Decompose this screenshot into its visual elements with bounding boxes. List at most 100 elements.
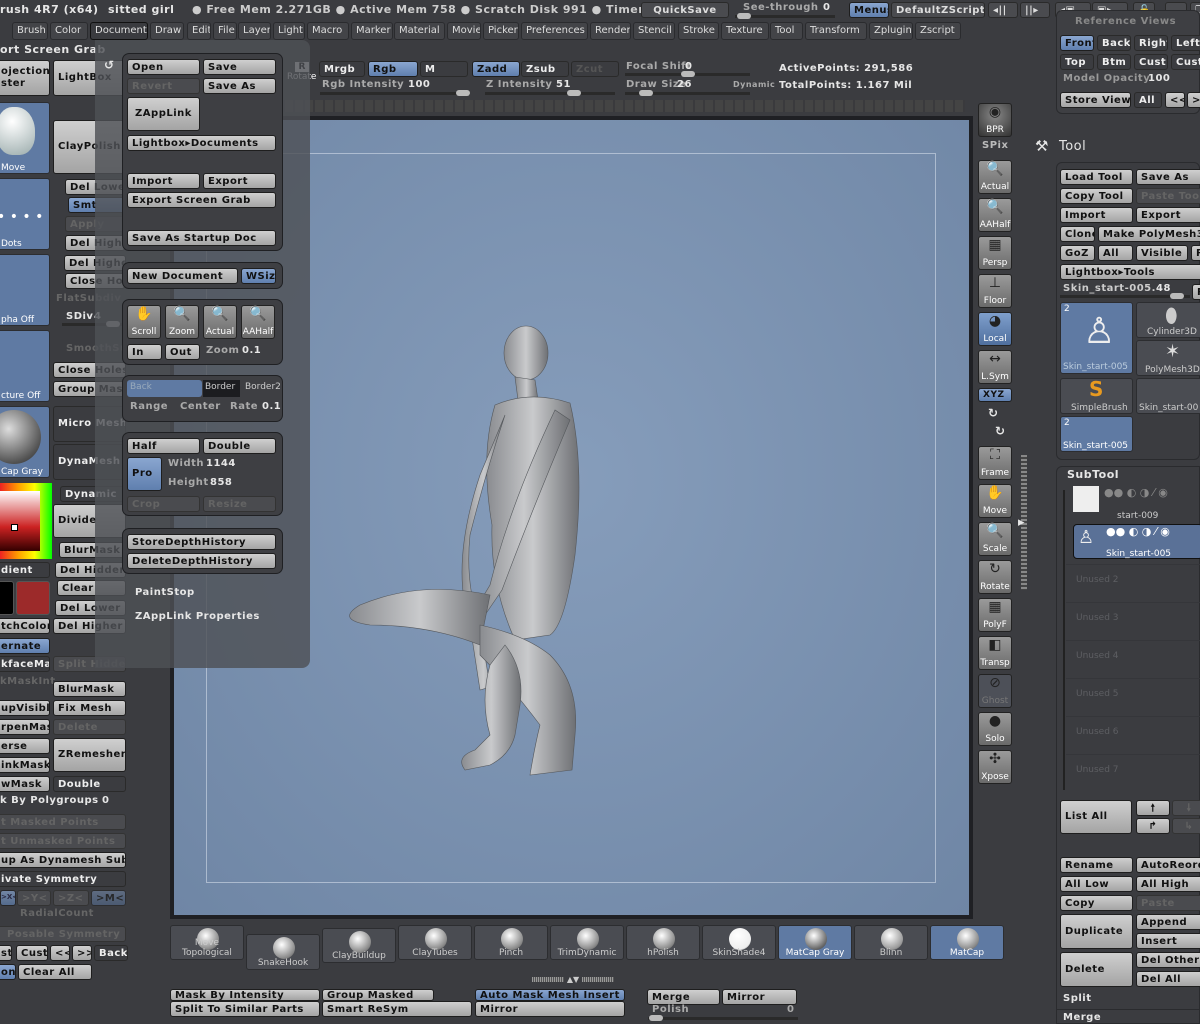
- center-label[interactable]: Center: [180, 401, 221, 412]
- shelf-item-hpolish[interactable]: hPolish: [626, 925, 700, 960]
- activate-symmetry-button[interactable]: ivate Symmetry: [0, 871, 126, 887]
- crop-button[interactable]: Crop: [127, 496, 200, 512]
- shelf-item-blinn[interactable]: Blinn: [854, 925, 928, 960]
- posable-symmetry-button[interactable]: Posable Symmetry: [0, 926, 126, 942]
- color-picker[interactable]: [0, 483, 52, 559]
- prev-view-button[interactable]: <<: [50, 945, 70, 961]
- menu-movie[interactable]: Movie: [447, 22, 481, 40]
- cust1-button[interactable]: st1: [0, 945, 12, 961]
- aahalf-button[interactable]: 🔍 AAHalf: [978, 198, 1012, 232]
- blurmask-button-2[interactable]: BlurMask: [53, 681, 126, 697]
- menu-file[interactable]: File: [213, 22, 237, 40]
- height-value[interactable]: 858: [210, 477, 232, 488]
- shelf-item-pinch[interactable]: Pinch: [474, 925, 548, 960]
- smart-resym-button[interactable]: Smart ReSym: [322, 1001, 472, 1017]
- front-view-button[interactable]: ont: [0, 964, 16, 980]
- focal-shift-slider[interactable]: [625, 71, 750, 77]
- zadd-button[interactable]: Zadd: [472, 61, 520, 77]
- tool-thumb-skin-start-005-small[interactable]: 2 Skin_start-005: [1060, 416, 1133, 452]
- tool-thumb-cylinder3d[interactable]: ⬮ Cylinder3D: [1136, 302, 1200, 338]
- zapplink-button[interactable]: ZAppLink: [127, 97, 200, 131]
- sym-y-button[interactable]: >Y<: [17, 890, 51, 906]
- shelf-item-claybuildup[interactable]: ClayBuildup: [322, 928, 396, 963]
- menus-toggle[interactable]: Menus: [849, 2, 889, 18]
- menu-picker[interactable]: Picker: [483, 22, 519, 40]
- autoreorder-button[interactable]: AutoReorder: [1136, 857, 1200, 873]
- subtool-slot-unused[interactable]: Unused 4: [1066, 640, 1200, 676]
- back-color-swatch[interactable]: Back: [127, 380, 202, 397]
- cust2-button[interactable]: Cust2: [16, 945, 48, 961]
- see-through-slider[interactable]: [735, 13, 835, 19]
- switchcolor-button[interactable]: tchColor: [0, 618, 50, 634]
- double-button[interactable]: Double: [53, 776, 126, 792]
- zoom-in-button[interactable]: In: [127, 344, 162, 360]
- range-label[interactable]: Range: [130, 401, 168, 412]
- draw-size-slider[interactable]: [625, 90, 750, 96]
- move-down-icon[interactable]: 🠗: [1172, 800, 1200, 816]
- menu-zscript[interactable]: Zscript: [915, 22, 961, 40]
- delete-unmasked-points-button[interactable]: t Unmasked Points: [0, 833, 126, 849]
- material-selector[interactable]: Cap Gray: [0, 406, 50, 478]
- menu-edit[interactable]: Edit: [187, 22, 211, 40]
- save-as-button[interactable]: Save As: [203, 78, 276, 94]
- sharpen-mask-button[interactable]: rpenMas: [0, 719, 50, 735]
- mrgb-button[interactable]: Mrgb: [319, 61, 365, 77]
- scroll-button[interactable]: ✋ Scroll: [127, 305, 161, 339]
- duplicate-button[interactable]: Duplicate: [1060, 914, 1133, 949]
- goz-button[interactable]: GoZ: [1060, 245, 1095, 261]
- shelf-item-move-topological[interactable]: Move Topological: [170, 925, 244, 960]
- rotate-button[interactable]: ↻ Rotate: [978, 560, 1012, 594]
- export-button[interactable]: Export: [203, 173, 276, 189]
- group-masked-button[interactable]: Group Masked: [322, 989, 434, 1001]
- shelf-item-matcap-gray[interactable]: MatCap Gray: [778, 925, 852, 960]
- shelf-item-snakehook[interactable]: SnakeHook: [246, 934, 320, 970]
- new-document-button[interactable]: New Document: [127, 268, 238, 284]
- subtool-slot-unused[interactable]: Unused 3: [1066, 602, 1200, 638]
- bpr-button[interactable]: ◉ BPR: [978, 103, 1012, 137]
- import-button[interactable]: Import: [127, 173, 200, 189]
- rate-label[interactable]: Rate: [230, 401, 258, 412]
- menu-brush[interactable]: Brush: [12, 22, 48, 40]
- front-view-ref-button[interactable]: Front: [1060, 35, 1094, 51]
- subtool-slot-unused[interactable]: Unused 6: [1066, 716, 1200, 752]
- paintstop-subpalette[interactable]: PaintStop: [135, 587, 195, 598]
- expand-palette-icon[interactable]: ||▸: [1020, 2, 1050, 18]
- projection-master-button[interactable]: ojection ster: [0, 60, 50, 96]
- subtool-item-start-009[interactable]: ●● ◐ ◑ ⁄ ◉ start-009: [1072, 486, 1200, 521]
- menu-stroke[interactable]: Stroke: [678, 22, 719, 40]
- persp-button[interactable]: ▦ Persp: [978, 236, 1012, 270]
- arrow-up-right-icon[interactable]: ↱: [1136, 818, 1170, 834]
- shrink-palette-icon[interactable]: ◂||: [988, 2, 1018, 18]
- default-zscript-button[interactable]: DefaultZScript: [891, 2, 985, 18]
- move-button[interactable]: ✋ Move: [978, 484, 1012, 518]
- goz-visible-button[interactable]: Visible: [1136, 245, 1188, 261]
- transp-button[interactable]: ◧ Transp: [978, 636, 1012, 670]
- zoom-out-button[interactable]: Out: [165, 344, 200, 360]
- menu-material[interactable]: Material: [394, 22, 445, 40]
- gradient-toggle[interactable]: dient: [0, 562, 50, 578]
- floor-button[interactable]: ⊥ Floor: [978, 274, 1012, 308]
- cust1-ref-button[interactable]: Cust1: [1134, 54, 1168, 70]
- cust2-ref-button[interactable]: Cust2: [1171, 54, 1200, 70]
- resize-button[interactable]: Resize: [203, 496, 276, 512]
- solo-button[interactable]: ● Solo: [978, 712, 1012, 746]
- merge-subpalette[interactable]: Merge: [1063, 1012, 1101, 1023]
- quicksave-button[interactable]: QuickSave: [641, 2, 729, 18]
- tool-thumb-polymesh3d[interactable]: ✶ PolyMesh3D: [1136, 340, 1200, 376]
- frame-button[interactable]: ⛶ Frame: [978, 446, 1012, 480]
- shelf-item-skinshade4[interactable]: SkinShade4: [702, 925, 776, 960]
- goz-all-button[interactable]: All: [1098, 245, 1133, 261]
- main-color-swatch[interactable]: [0, 581, 14, 615]
- all-high-button[interactable]: All High: [1136, 876, 1200, 892]
- list-all-button[interactable]: List All: [1060, 800, 1132, 834]
- btm-view-ref-button[interactable]: Btm: [1097, 54, 1131, 70]
- mirror-bottom-button[interactable]: Mirror: [722, 989, 797, 1005]
- split-subpalette[interactable]: Split: [1063, 993, 1092, 1004]
- merge-bottom-button[interactable]: Merge: [647, 989, 720, 1005]
- menu-layer[interactable]: Layer: [238, 22, 271, 40]
- tool-slider[interactable]: [1060, 293, 1190, 299]
- menu-marker[interactable]: Marker: [351, 22, 393, 40]
- tool-palette-title[interactable]: Tool: [1059, 139, 1086, 154]
- del-other-button[interactable]: Del Other: [1136, 952, 1200, 968]
- shelf-item-claytubes[interactable]: ClayTubes: [398, 925, 472, 960]
